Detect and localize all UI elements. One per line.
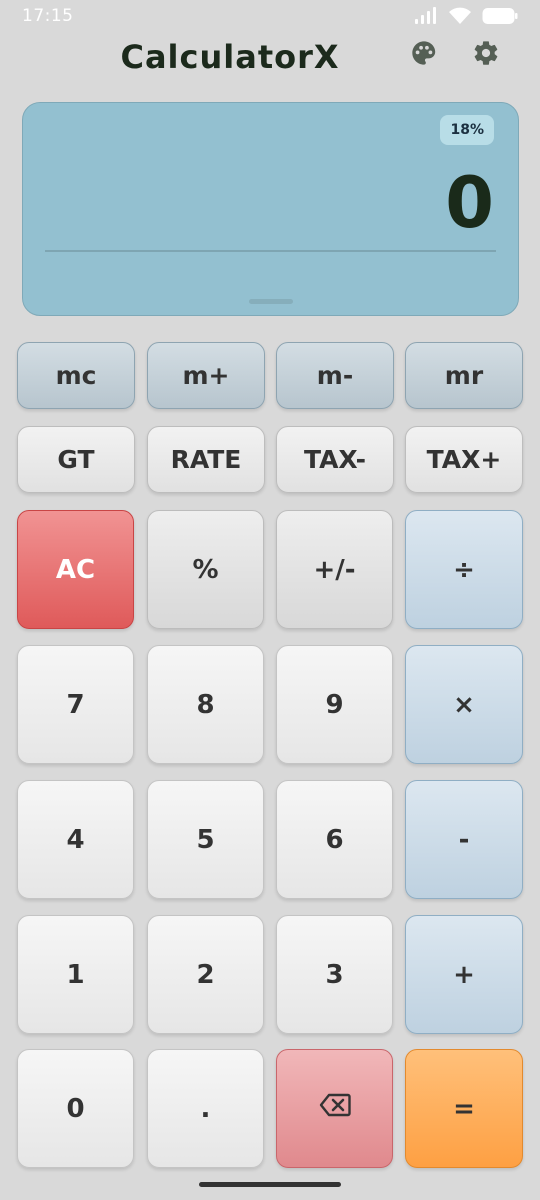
keypad: mc m+ m- mr GT RATE TAX- TAX+ AC % +/- ÷… [0,0,540,1200]
equals-button[interactable]: = [405,1049,523,1168]
sign-toggle-button[interactable]: +/- [276,510,393,629]
digit-8-button[interactable]: 8 [147,645,264,764]
rate-button[interactable]: RATE [147,426,265,493]
digit-7-button[interactable]: 7 [17,645,134,764]
digit-3-button[interactable]: 3 [276,915,393,1034]
multiply-button[interactable]: × [405,645,523,764]
percent-button[interactable]: % [147,510,264,629]
grand-total-button[interactable]: GT [17,426,135,493]
decimal-button[interactable]: . [147,1049,264,1168]
digit-2-button[interactable]: 2 [147,915,264,1034]
add-button[interactable]: + [405,915,523,1034]
digit-1-button[interactable]: 1 [17,915,134,1034]
tax-plus-button[interactable]: TAX+ [405,426,523,493]
tax-minus-button[interactable]: TAX- [276,426,394,493]
memory-recall-button[interactable]: mr [405,342,523,409]
digit-5-button[interactable]: 5 [147,780,264,899]
memory-subtract-button[interactable]: m- [276,342,394,409]
digit-6-button[interactable]: 6 [276,780,393,899]
memory-add-button[interactable]: m+ [147,342,265,409]
memory-clear-button[interactable]: mc [17,342,135,409]
backspace-icon [319,1093,351,1124]
subtract-button[interactable]: - [405,780,523,899]
backspace-button[interactable] [276,1049,393,1168]
digit-0-button[interactable]: 0 [17,1049,134,1168]
divide-button[interactable]: ÷ [405,510,523,629]
all-clear-button[interactable]: AC [17,510,134,629]
digit-4-button[interactable]: 4 [17,780,134,899]
digit-9-button[interactable]: 9 [276,645,393,764]
home-indicator[interactable] [199,1182,341,1187]
